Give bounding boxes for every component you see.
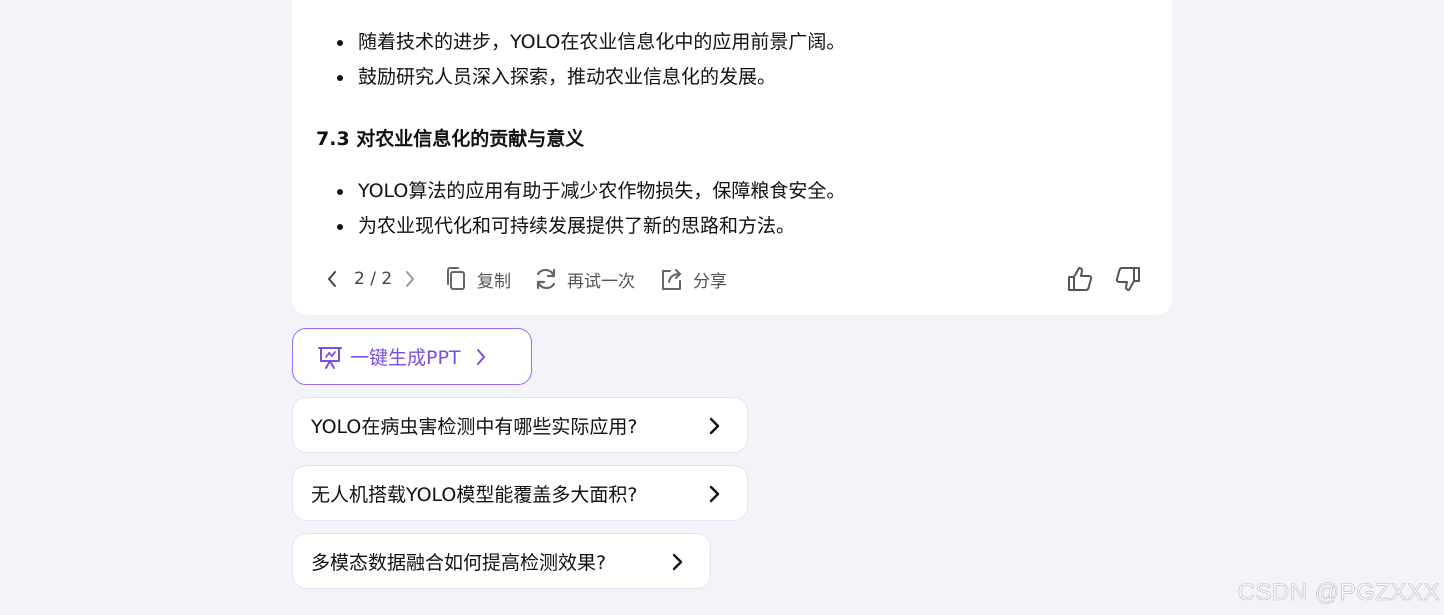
suggested-question[interactable]: 无人机搭载YOLO模型能覆盖多大面积? [292,465,748,521]
chevron-right-icon [709,485,720,503]
copy-label: 复制 [477,271,511,292]
section-heading: 7.3 对农业信息化的贡献与意义 [316,128,585,150]
suggested-question-label: 无人机搭载YOLO模型能覆盖多大面积? [311,483,638,506]
bullet-list-contribution: YOLO算法的应用有助于减少农作物损失，保障粮食安全。 为农业现代化和可持续发展… [292,174,1172,244]
next-answer-button[interactable] [404,263,416,295]
presentation-icon [318,346,342,369]
chevron-right-icon [672,553,683,571]
share-label: 分享 [693,271,727,292]
suggested-question[interactable]: YOLO在病虫害检测中有哪些实际应用? [292,397,748,453]
chevron-left-icon [328,271,336,287]
retry-button[interactable]: 再试一次 [533,263,635,295]
thumbs-down-icon [1115,267,1140,291]
list-item: YOLO算法的应用有助于减少农作物损失，保障粮食安全。 [292,174,1172,209]
generate-ppt-label: 一键生成PPT [350,347,461,369]
generate-ppt-button[interactable]: 一键生成PPT [292,328,532,385]
list-item: 鼓励研究人员深入探索，推动农业信息化的发展。 [292,60,1172,95]
thumbs-up-icon [1068,267,1093,291]
chevron-right-icon [709,417,720,435]
chevron-right-icon [476,348,485,365]
share-icon [662,269,681,290]
watermark: CSDN @PGZXXX [1237,579,1440,607]
copy-button[interactable]: 复制 [444,263,511,295]
refresh-icon [536,268,556,290]
bullet-list-prospects: 随着技术的进步，YOLO在农业信息化中的应用前景广阔。 鼓励研究人员深入探索，推… [292,25,1172,95]
list-item: 随着技术的进步，YOLO在农业信息化中的应用前景广阔。 [292,25,1172,60]
dislike-button[interactable] [1114,263,1142,295]
answer-pager: 2 / 2 [354,269,393,289]
like-button[interactable] [1066,263,1094,295]
answer-action-bar: 2 / 2 复制 再试一次 分享 [292,263,1172,295]
suggested-question-label: 多模态数据融合如何提高检测效果? [311,551,607,574]
copy-icon [447,267,465,290]
suggested-question-label: YOLO在病虫害检测中有哪些实际应用? [311,415,638,438]
suggested-question[interactable]: 多模态数据融合如何提高检测效果? [292,533,711,589]
list-item: 为农业现代化和可持续发展提供了新的思路和方法。 [292,209,1172,244]
chevron-right-icon [406,271,414,287]
share-button[interactable]: 分享 [659,263,727,295]
retry-label: 再试一次 [567,271,635,292]
answer-card: 随着技术的进步，YOLO在农业信息化中的应用前景广阔。 鼓励研究人员深入探索，推… [292,0,1172,315]
prev-answer-button[interactable] [326,263,338,295]
